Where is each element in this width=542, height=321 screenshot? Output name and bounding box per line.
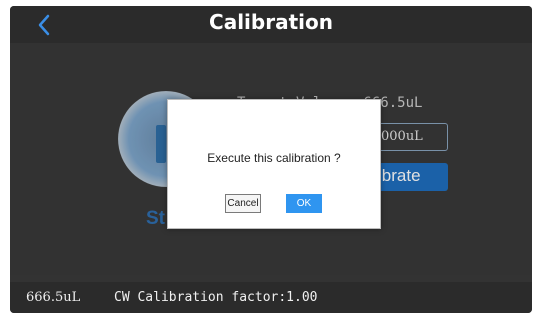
calibration-factor: CW Calibration factor:1.00: [114, 290, 318, 305]
page-title: Calibration: [209, 10, 333, 34]
ok-button[interactable]: OK: [286, 194, 322, 213]
device-screen: Calibration St Target Volume: 666.5uL 00…: [10, 6, 532, 313]
header-bar: Calibration: [10, 6, 532, 43]
cancel-button[interactable]: Cancel: [225, 194, 261, 213]
confirm-dialog: Execute this calibration ? Cancel OK: [167, 99, 381, 229]
dialog-message: Execute this calibration ?: [207, 151, 341, 165]
footer-volume: 666.5uL: [26, 290, 81, 305]
status-bar: 666.5uL CW Calibration factor:1.00: [10, 282, 532, 313]
